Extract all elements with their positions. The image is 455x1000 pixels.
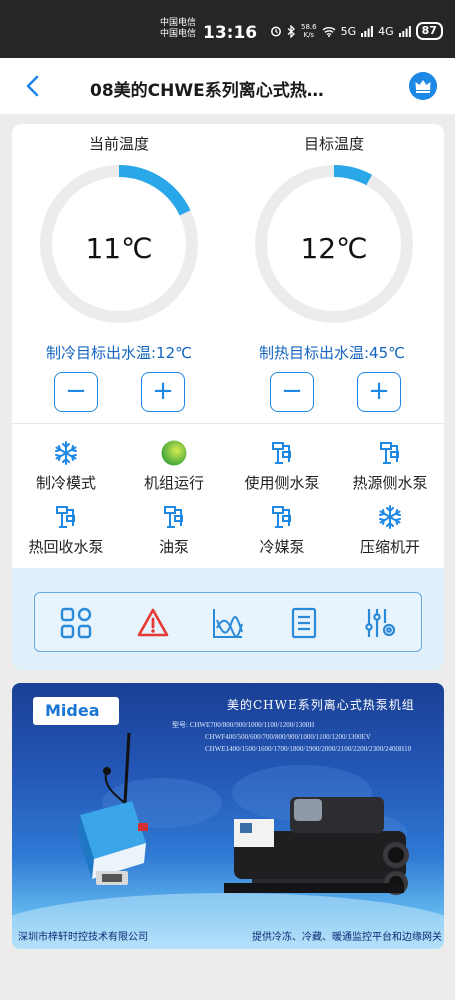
network-type-2: 4G [378,24,394,38]
signal-icon [361,25,374,37]
speed-value: 58.6 [301,23,317,31]
model-line-2: CHWF400/500/600/700/800/900/1000/1100/12… [205,733,371,741]
company-slogan: 提供冷冻、冷藏、暖通监控平台和边缘网关 [252,932,442,943]
crown-icon[interactable] [409,72,437,100]
pump-icon [164,506,183,528]
wifi-icon [322,26,336,37]
heating-setpoint-label: 制热目标出水温:45℃ [259,344,405,362]
current-temp-arc [118,165,191,216]
cooling-decrease-button[interactable]: − [54,372,98,412]
signal-icon-2 [398,25,411,37]
carrier-1: 中国电信 [160,18,197,28]
banner-title: 美的CHWE系列离心式热泵机组 [227,698,415,712]
product-banner: Midea 美的CHWE系列离心式热泵机组 型号: CHWE700/800/90… [12,683,444,949]
status-label: 热源侧水泵 [352,474,428,492]
target-temp-arc [333,165,373,186]
target-temp-gauge: 目标温度 12℃ [254,132,414,324]
current-temp-gauge: 当前温度 11℃ [39,132,199,324]
network-type-1: 5G [340,24,357,38]
pump-icon [272,442,291,464]
app-header: 08美的CHWE系列离心式热… [0,58,455,114]
target-temp-title: 目标温度 [303,135,364,153]
settings-sliders-icon[interactable] [363,606,397,640]
page-title: 08美的CHWE系列离心式热… [90,81,324,101]
banner-models: 型号: CHWE700/800/900/1000/1100/1200/1300H… [172,719,411,755]
list-document-icon[interactable] [287,606,321,640]
status-icons: 58.6 K/s 5G 4G 87 [270,22,443,40]
cooling-increase-button[interactable]: + [141,372,185,412]
clock: 13:16 [203,23,258,43]
pump-icon [56,506,75,528]
network-speed: 58.6 K/s [301,23,317,39]
trend-chart-icon[interactable] [211,606,245,640]
status-label: 油泵 [158,538,189,556]
function-toolbar [34,592,422,652]
status-bar: 中国电信 中国电信 13:16 58.6 K/s 5G 4G 87 [0,0,455,58]
status-refrigerant-pump: 冷媒泵 [228,504,336,557]
midea-logo: Midea [33,697,119,725]
status-label: 压缩机开 [359,538,420,556]
divider [12,423,444,424]
status-cooling-mode: 制冷模式 [12,440,120,493]
model-line-1: 型号: CHWE700/800/900/1000/1100/1200/1300H [172,721,315,729]
status-unit-running: 机组运行 [120,440,228,493]
target-temp-value: 12℃ [300,232,368,265]
company-name: 深圳市梓轩时控技术有限公司 [18,932,148,943]
back-arrow-icon[interactable] [22,73,46,99]
current-temp-value: 11℃ [85,232,153,265]
status-label: 机组运行 [143,474,204,492]
status-label: 使用侧水泵 [244,474,320,492]
running-indicator-icon [161,440,187,466]
status-load-side-pump: 使用侧水泵 [228,440,336,493]
alarm-clock-icon [271,26,281,37]
alarm-warning-icon[interactable] [136,606,170,640]
status-compressor-on: 压缩机开 [336,504,444,557]
toolbar-area [12,568,444,670]
model-line-3: CHWE1400/1500/1600/1700/1800/1900/2000/2… [205,745,412,753]
status-oil-pump: 油泵 [120,504,228,557]
carrier-2: 中国电信 [160,29,197,39]
cooling-setpoint-label: 制冷目标出水温:12℃ [46,344,192,362]
snowflake-icon [379,505,401,529]
current-temp-title: 当前温度 [88,135,149,153]
snowflake-icon [55,441,77,465]
heating-increase-button[interactable]: + [357,372,401,412]
status-label: 制冷模式 [35,474,96,492]
pump-icon [272,506,291,528]
status-heat-recovery-pump: 热回收水泵 [12,504,120,557]
pump-icon [380,442,399,464]
heating-decrease-button[interactable]: − [270,372,314,412]
speed-unit: K/s [303,31,315,39]
bluetooth-icon [287,24,295,38]
carrier-info: 中国电信 中国电信 [160,18,196,40]
battery-indicator: 87 [415,22,443,40]
banner-footer: 深圳市梓轩时控技术有限公司 提供冷冻、冷藏、暖通监控平台和边缘网关 [18,928,442,943]
status-source-side-pump: 热源侧水泵 [336,440,444,493]
grid-menu-icon[interactable] [59,606,93,640]
control-card: 当前温度 11℃ 目标温度 12℃ 制冷目标出水温:12℃ 制热目标出水温:45… [12,124,444,670]
status-label: 热回收水泵 [28,538,104,556]
status-label: 冷媒泵 [259,538,305,556]
